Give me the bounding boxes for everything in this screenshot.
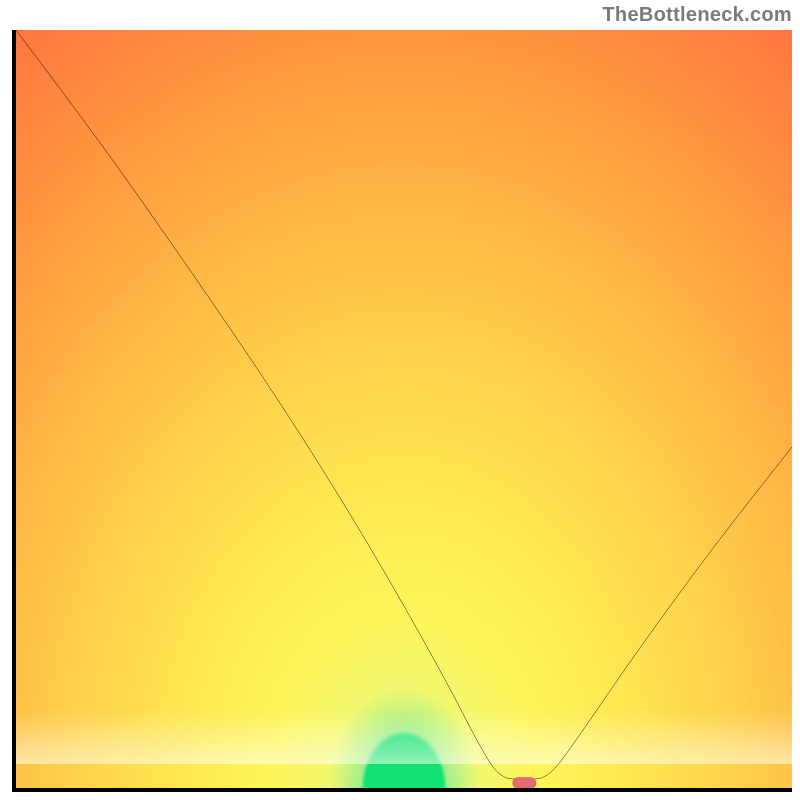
minimum-marker-pill <box>513 777 536 789</box>
plot-area <box>12 30 792 792</box>
watermark-text: TheBottleneck.com <box>602 4 792 27</box>
bottleneck-curve <box>16 30 792 788</box>
chart-stage: TheBottleneck.com <box>0 0 800 800</box>
